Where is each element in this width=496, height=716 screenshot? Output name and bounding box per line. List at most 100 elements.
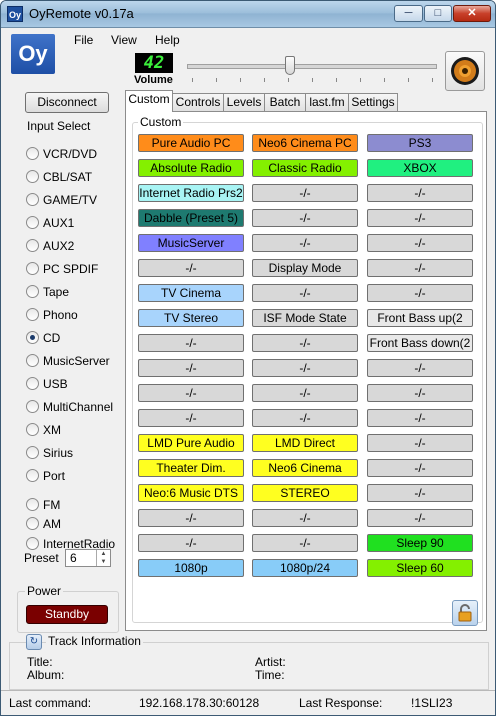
title-bar[interactable]: Oy OyRemote v0.17a ─ □ ✕ (1, 1, 495, 28)
custom-button[interactable]: Pure Audio PC (138, 134, 244, 152)
custom-button[interactable]: 1080p (138, 559, 244, 577)
custom-button[interactable]: -/- (367, 184, 473, 202)
slider-tick (216, 78, 217, 82)
radio-button[interactable] (26, 446, 39, 459)
mute-button[interactable] (445, 51, 485, 91)
custom-button[interactable]: Neo6 Cinema (252, 459, 358, 477)
custom-button[interactable]: LMD Direct (252, 434, 358, 452)
custom-button[interactable]: -/- (252, 284, 358, 302)
custom-button[interactable]: -/- (252, 209, 358, 227)
custom-button[interactable]: Theater Dim. (138, 459, 244, 477)
custom-button[interactable]: TV Cinema (138, 284, 244, 302)
preset-stepper[interactable]: 6 ▲ ▼ (65, 549, 111, 567)
custom-button[interactable]: MusicServer (138, 234, 244, 252)
custom-button[interactable]: -/- (138, 409, 244, 427)
custom-button[interactable]: Dabble (Preset 5) (138, 209, 244, 227)
custom-button[interactable]: Internet Radio Prs2 (138, 184, 244, 202)
custom-button[interactable]: STEREO (252, 484, 358, 502)
radio-button[interactable] (26, 216, 39, 229)
custom-button[interactable]: -/- (367, 484, 473, 502)
custom-button[interactable]: -/- (252, 359, 358, 377)
custom-button[interactable]: -/- (138, 509, 244, 527)
tab-settings[interactable]: Settings (348, 93, 398, 111)
radio-button[interactable] (26, 193, 39, 206)
refresh-icon[interactable]: ↻ (26, 634, 42, 650)
radio-button[interactable] (26, 331, 39, 344)
custom-button[interactable]: -/- (367, 434, 473, 452)
custom-button[interactable]: Display Mode (252, 259, 358, 277)
volume-slider-thumb[interactable] (285, 56, 295, 75)
minimize-button[interactable]: ─ (394, 5, 423, 22)
custom-button[interactable]: -/- (367, 259, 473, 277)
custom-button[interactable]: -/- (367, 234, 473, 252)
radio-label: VCR/DVD (43, 147, 98, 161)
tab-custom[interactable]: Custom (125, 90, 173, 112)
custom-button[interactable]: Front Bass down(2 (367, 334, 473, 352)
custom-button[interactable]: -/- (367, 384, 473, 402)
radio-button[interactable] (26, 423, 39, 436)
custom-button[interactable]: Front Bass up(2 (367, 309, 473, 327)
radio-button[interactable] (26, 262, 39, 275)
radio-label: CBL/SAT (43, 170, 93, 184)
lock-icon (458, 604, 472, 622)
custom-button[interactable]: Neo6 Cinema PC (252, 134, 358, 152)
radio-button[interactable] (26, 147, 39, 160)
menu-view[interactable]: View (111, 33, 137, 47)
custom-button[interactable]: Sleep 90 (367, 534, 473, 552)
custom-button[interactable]: -/- (367, 359, 473, 377)
maximize-button[interactable]: □ (424, 5, 452, 22)
radio-button[interactable] (26, 469, 39, 482)
tab-batch[interactable]: Batch (264, 93, 306, 111)
custom-button[interactable]: Absolute Radio (138, 159, 244, 177)
custom-button[interactable]: -/- (367, 509, 473, 527)
track-info-label: Track Information (46, 634, 143, 648)
custom-button[interactable]: -/- (252, 184, 358, 202)
preset-spin-arrows[interactable]: ▲ ▼ (96, 550, 110, 566)
custom-button[interactable]: 1080p/24 (252, 559, 358, 577)
custom-button[interactable]: -/- (138, 334, 244, 352)
tab-lastfm[interactable]: last.fm (305, 93, 349, 111)
tab-controls[interactable]: Controls (172, 93, 224, 111)
radio-button[interactable] (26, 285, 39, 298)
custom-button[interactable]: TV Stereo (138, 309, 244, 327)
tab-levels[interactable]: Levels (223, 93, 265, 111)
custom-button[interactable]: -/- (367, 209, 473, 227)
custom-button[interactable]: -/- (367, 284, 473, 302)
custom-button[interactable]: -/- (252, 409, 358, 427)
custom-button[interactable]: LMD Pure Audio (138, 434, 244, 452)
custom-button[interactable]: -/- (252, 334, 358, 352)
radio-button[interactable] (26, 400, 39, 413)
custom-button[interactable]: -/- (367, 409, 473, 427)
custom-button[interactable]: Classic Radio (252, 159, 358, 177)
custom-button[interactable]: -/- (367, 459, 473, 477)
radio-button[interactable] (26, 354, 39, 367)
radio-button[interactable] (26, 239, 39, 252)
volume-slider-track[interactable] (187, 64, 437, 69)
custom-button[interactable]: Sleep 60 (367, 559, 473, 577)
radio-button[interactable] (26, 308, 39, 321)
custom-button[interactable]: -/- (138, 534, 244, 552)
radio-button[interactable] (26, 498, 39, 511)
custom-button[interactable]: -/- (252, 384, 358, 402)
radio-button[interactable] (26, 537, 39, 550)
disconnect-button[interactable]: Disconnect (25, 92, 109, 113)
menu-file[interactable]: File (74, 33, 93, 47)
custom-button[interactable]: ISF Mode State (252, 309, 358, 327)
radio-label: CD (43, 331, 61, 345)
custom-button[interactable]: XBOX (367, 159, 473, 177)
radio-button[interactable] (26, 517, 39, 530)
custom-button[interactable]: -/- (252, 234, 358, 252)
custom-button[interactable]: Neo:6 Music DTS (138, 484, 244, 502)
standby-button[interactable]: Standby (26, 605, 108, 624)
radio-button[interactable] (26, 377, 39, 390)
close-button[interactable]: ✕ (453, 5, 491, 22)
radio-button[interactable] (26, 170, 39, 183)
menu-help[interactable]: Help (155, 33, 180, 47)
custom-button[interactable]: -/- (252, 509, 358, 527)
custom-button[interactable]: -/- (138, 384, 244, 402)
custom-button[interactable]: -/- (138, 359, 244, 377)
custom-button[interactable]: -/- (252, 534, 358, 552)
custom-button[interactable]: PS3 (367, 134, 473, 152)
custom-button[interactable]: -/- (138, 259, 244, 277)
lock-button[interactable] (452, 600, 478, 626)
